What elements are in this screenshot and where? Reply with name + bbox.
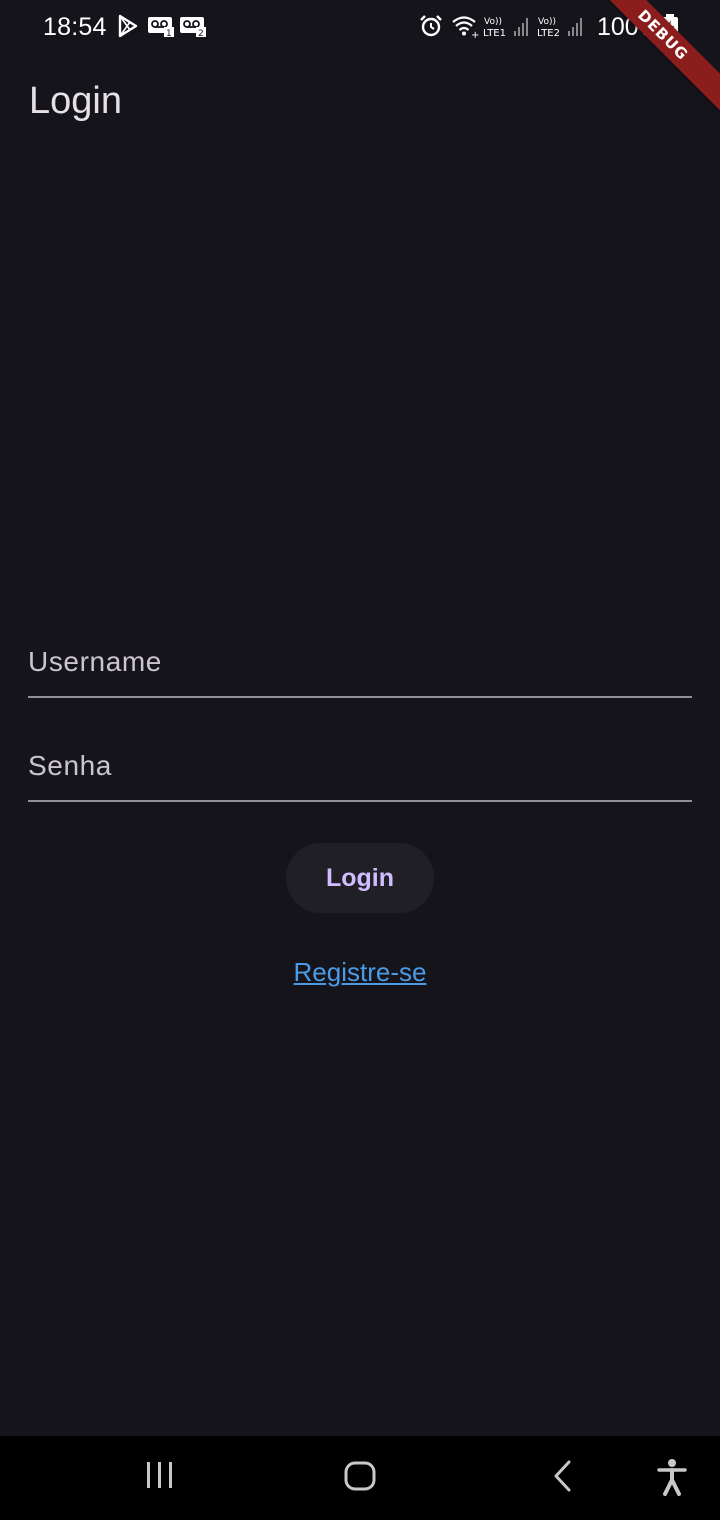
svg-text:Vo)): Vo)) <box>484 17 502 27</box>
status-time: 18:54 <box>43 13 107 41</box>
back-icon[interactable] <box>548 1458 578 1499</box>
svg-text:+↓: +↓ <box>471 30 481 38</box>
svg-text:LTE1: LTE1 <box>483 28 506 38</box>
username-field[interactable] <box>28 616 692 698</box>
home-icon[interactable] <box>342 1458 378 1499</box>
recent-apps-icon[interactable] <box>144 1458 176 1499</box>
accessibility-icon[interactable] <box>656 1458 688 1501</box>
svg-text:Vo)): Vo)) <box>538 17 556 27</box>
wifi-icon: +↓ <box>451 14 488 43</box>
login-button[interactable]: Login <box>286 843 434 913</box>
svg-text:1: 1 <box>166 29 172 38</box>
password-input[interactable] <box>28 720 692 800</box>
register-link[interactable]: Registre-se <box>0 957 720 988</box>
username-input[interactable] <box>28 616 692 696</box>
page-title: Login <box>29 80 122 122</box>
play-store-icon <box>117 14 139 43</box>
alarm-icon <box>419 14 443 43</box>
svg-text:2: 2 <box>198 29 204 38</box>
voicemail-icon: 2 <box>179 14 207 43</box>
navigation-bar <box>0 1436 720 1520</box>
password-field[interactable] <box>28 720 692 802</box>
volte-lte1-signal-icon: Vo)) LTE1 <box>483 14 533 43</box>
svg-text:LTE2: LTE2 <box>537 28 560 38</box>
status-bar: 18:54 1 2 +↓ Vo))LTE1 Vo))LTE2 100% <box>0 0 720 56</box>
volte-lte2-signal-icon: Vo)) LTE2 <box>537 14 587 43</box>
voicemail-icon: 1 <box>147 14 175 43</box>
